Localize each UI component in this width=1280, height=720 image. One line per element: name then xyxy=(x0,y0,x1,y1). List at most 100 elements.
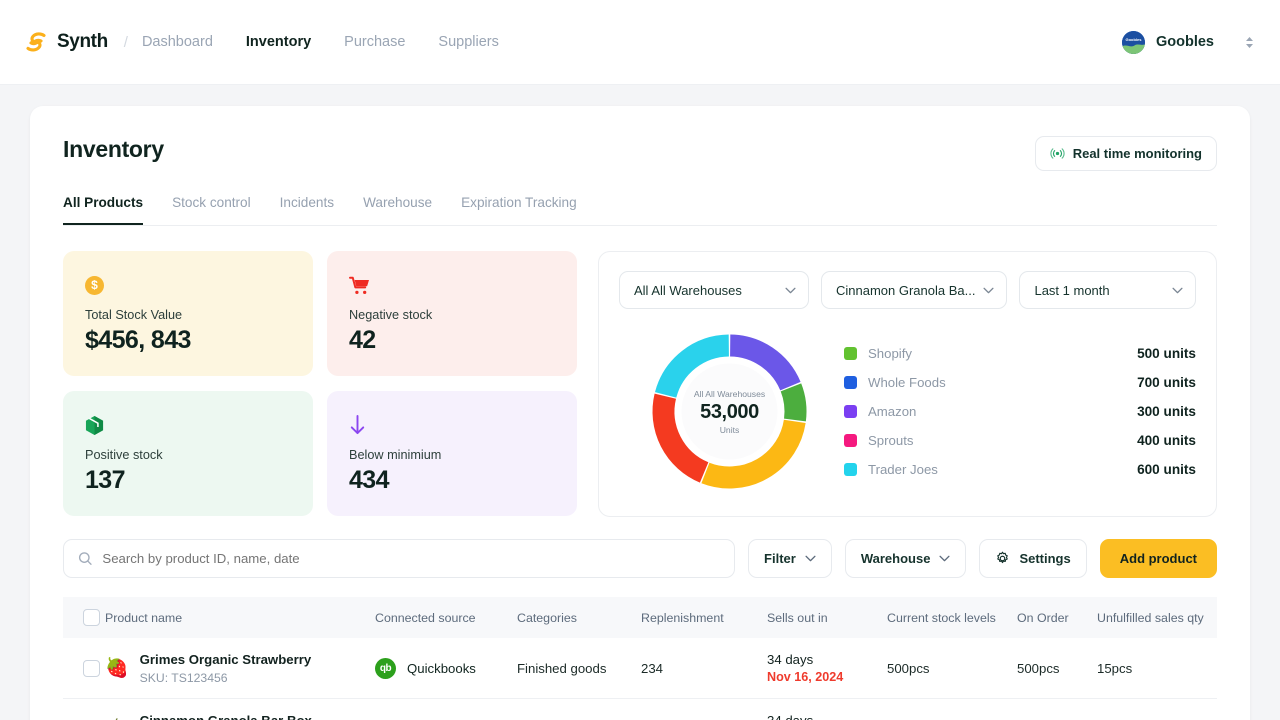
legend-color-swatch xyxy=(844,376,857,389)
legend-item[interactable]: Trader Joes 600 units xyxy=(844,462,1196,477)
product-select-value: Cinnamon Granola Ba... xyxy=(836,282,976,298)
avatar-image: Goobles xyxy=(1121,30,1145,54)
down-arrow-icon xyxy=(350,414,365,434)
legend-item[interactable]: Shopify 500 units xyxy=(844,346,1196,361)
warehouse-filter-button[interactable]: Warehouse xyxy=(844,539,967,578)
gear-icon xyxy=(997,551,1009,564)
date-range-select-value: Last 1 month xyxy=(1034,282,1110,298)
kpi-value: 42 xyxy=(349,326,376,354)
nav-link-purchase[interactable]: Purchase xyxy=(344,34,405,50)
donut-center-unit: Units xyxy=(719,424,740,435)
up-down-chevron-icon xyxy=(1246,36,1253,48)
breadcrumb-separator: / xyxy=(123,33,128,51)
kpi-label: Negative stock xyxy=(349,308,433,322)
tab-warehouse[interactable]: Warehouse xyxy=(363,195,432,225)
legend-item[interactable]: Sprouts 400 units xyxy=(844,433,1196,448)
products-table-body: 🍓 Grimes Organic Strawberry SKU: TS123456 q… xyxy=(63,638,1217,720)
table-toolbar: Filter Warehouse Settings Add product xyxy=(63,539,1217,578)
kpi-value: $456, 843 xyxy=(85,326,191,354)
tab-stock-control[interactable]: Stock control xyxy=(172,195,251,225)
warehouse-button-label: Warehouse xyxy=(860,551,931,566)
column-categories[interactable]: Categories xyxy=(517,597,641,638)
row-checkbox[interactable] xyxy=(83,659,100,677)
kpi-label: Total Stock Value xyxy=(85,308,183,322)
kpi-value: 434 xyxy=(349,466,390,494)
donut-center-value: 53,000 xyxy=(700,400,759,423)
column-product-name[interactable]: Product name xyxy=(105,597,375,638)
overview-section: $ Total Stock Value $456, 843 Negative s… xyxy=(63,251,1217,517)
column-current-stock-levels[interactable]: Current stock levels xyxy=(887,597,1017,638)
current-stock-cell: 500pcs xyxy=(887,638,1017,699)
product-thumbnail-icon: 🍓 xyxy=(105,657,129,679)
settings-button[interactable]: Settings xyxy=(979,539,1087,578)
filter-button[interactable]: Filter xyxy=(748,539,832,578)
dollar-coin-icon: $ xyxy=(85,275,104,295)
table-header-row: Product name Connected source Categories… xyxy=(63,597,1217,638)
chevron-down-icon xyxy=(983,287,995,293)
category-cell: Finished goods xyxy=(517,698,641,720)
settings-button-label: Settings xyxy=(1019,551,1071,566)
legend-value: 300 units xyxy=(1137,404,1196,419)
product-select[interactable]: Cinnamon Granola Ba... xyxy=(821,271,1008,309)
column-sells-out-in[interactable]: Sells out in xyxy=(767,597,887,638)
legend-value: 700 units xyxy=(1137,375,1196,390)
tab-incidents[interactable]: Incidents xyxy=(280,195,334,225)
brand-logo[interactable]: Synth xyxy=(24,30,108,54)
on-order-cell: 500pcs xyxy=(1017,638,1097,699)
quickbooks-icon: qb xyxy=(375,657,396,679)
search-box[interactable] xyxy=(63,539,736,578)
tab-expiration-tracking[interactable]: Expiration Tracking xyxy=(461,195,577,225)
product-sku: SKU: TS123456 xyxy=(139,671,228,685)
kpi-label: Positive stock xyxy=(85,448,163,462)
product-cell: 🍓 Grimes Organic Strawberry SKU: TS123456 xyxy=(105,638,375,699)
sells-out-days: 34 days xyxy=(767,713,887,720)
table-row[interactable]: ✓🍅Cinnamon Granola Bar BoxSKU: TS123456S… xyxy=(63,698,1217,720)
column-replenishment[interactable]: Replenishment xyxy=(641,597,767,638)
donut-center-label: All All Warehouses 53,000 Units xyxy=(647,329,812,494)
legend-label: Shopify xyxy=(868,346,912,361)
legend-color-swatch xyxy=(844,347,857,360)
green-cube-icon xyxy=(85,415,104,435)
synth-swirl-icon xyxy=(26,32,46,52)
legend-item[interactable]: Whole Foods 700 units xyxy=(844,375,1196,390)
column-unfulfilled-sales-qty[interactable]: Unfulfilled sales qty xyxy=(1097,597,1217,638)
kpi-icon-wrap xyxy=(349,412,555,438)
chevron-down-icon xyxy=(1172,287,1183,293)
nav-link-dashboard[interactable]: Dashboard xyxy=(142,34,213,50)
date-range-select[interactable]: Last 1 month xyxy=(1019,271,1196,309)
legend-label: Whole Foods xyxy=(868,375,946,390)
legend-label: Trader Joes xyxy=(868,462,938,477)
chevron-down-icon xyxy=(939,555,951,562)
chart-body: All All Warehouses 53,000 Units Shopify 5… xyxy=(619,329,1196,494)
tab-all-products[interactable]: All Products xyxy=(63,195,144,225)
column-connected-source[interactable]: Connected source xyxy=(375,597,517,638)
search-input[interactable] xyxy=(102,551,721,566)
kpi-value: 137 xyxy=(85,466,126,494)
account-switcher-button[interactable] xyxy=(1245,36,1254,49)
page-title: Inventory xyxy=(63,136,164,162)
nav-link-suppliers[interactable]: Suppliers xyxy=(438,34,498,50)
nav-link-inventory[interactable]: Inventory xyxy=(246,34,311,50)
table-row[interactable]: 🍓 Grimes Organic Strawberry SKU: TS123456 q… xyxy=(63,638,1217,699)
kpi-icon-wrap xyxy=(85,412,291,438)
kpi-card-grid: $ Total Stock Value $456, 843 Negative s… xyxy=(63,251,577,517)
top-navigation-bar: Synth / Dashboard Inventory Purchase Sup… xyxy=(0,0,1280,85)
kpi-card-total-stock-value: $ Total Stock Value $456, 843 xyxy=(63,251,313,376)
real-time-monitoring-button[interactable]: Real time monitoring xyxy=(1034,136,1217,171)
add-product-button[interactable]: Add product xyxy=(1099,539,1217,578)
column-on-order[interactable]: On Order xyxy=(1017,597,1097,638)
broadcast-signal-icon xyxy=(1050,148,1065,159)
legend-label: Sprouts xyxy=(868,433,914,448)
select-all-checkbox[interactable] xyxy=(83,609,100,626)
warehouse-select[interactable]: All All Warehouses xyxy=(619,271,809,309)
account-area: Goobles Goobles xyxy=(1121,30,1254,54)
legend-color-swatch xyxy=(844,463,857,476)
stock-distribution-panel: All All Warehouses Cinnamon Granola Ba..… xyxy=(598,251,1217,517)
real-time-monitoring-label: Real time monitoring xyxy=(1072,146,1202,161)
sells-out-cell: 34 days Nov 16, 2024 xyxy=(767,638,887,699)
chart-legend: Shopify 500 units Whole Foods 700 units Amaz… xyxy=(844,346,1196,477)
avatar: Goobles xyxy=(1121,30,1145,54)
kpi-card-positive-stock: Positive stock 137 xyxy=(63,391,313,516)
account-name[interactable]: Goobles xyxy=(1156,34,1214,50)
legend-item[interactable]: Amazon 300 units xyxy=(844,404,1196,419)
